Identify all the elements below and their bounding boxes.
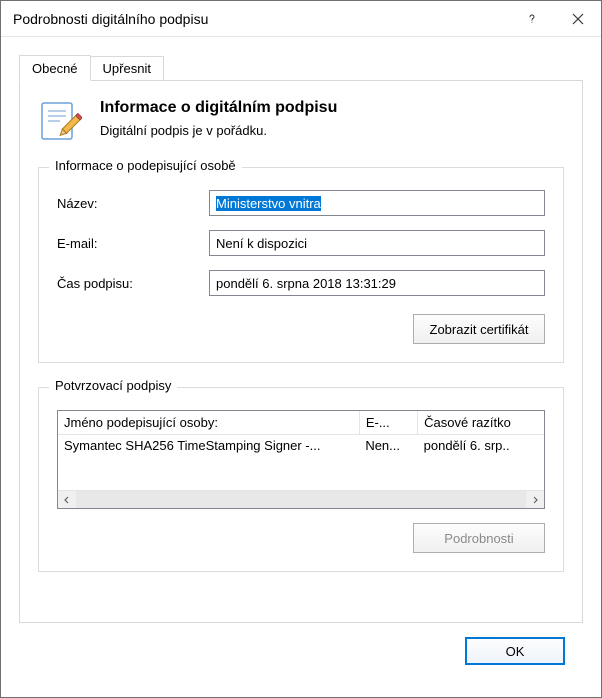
group-signer-legend: Informace o podepisující osobě <box>49 158 242 173</box>
listview-header-row: Jméno podepisující osoby: E-... Časové r… <box>58 411 544 435</box>
certificate-pencil-icon <box>38 99 82 143</box>
tabpage-general: Informace o digitálním podpisu Digitální… <box>19 81 583 623</box>
cell-timestamp: pondělí 6. srp.. <box>418 435 544 457</box>
value-sign-time: pondělí 6. srpna 2018 13:31:29 <box>209 270 545 296</box>
col-timestamp[interactable]: Časové razítko <box>418 411 544 435</box>
signature-summary-text: Informace o digitálním podpisu Digitální… <box>100 99 337 138</box>
help-icon[interactable] <box>509 1 555 36</box>
group-countersignatures: Potvrzovací podpisy Jméno podepisující o… <box>38 387 564 572</box>
signature-summary: Informace o digitálním podpisu Digitální… <box>38 99 564 143</box>
table-row[interactable]: Symantec SHA256 TimeStamping Signer -...… <box>58 435 544 457</box>
col-signer-name[interactable]: Jméno podepisující osoby: <box>58 411 359 435</box>
label-name: Název: <box>57 196 209 211</box>
tab-general[interactable]: Obecné <box>19 55 91 81</box>
details-button: Podrobnosti <box>413 523 545 553</box>
dialog-window: Podrobnosti digitálního podpisu Obecné U… <box>0 0 602 698</box>
tab-strip: Obecné Upřesnit <box>19 55 583 81</box>
cell-email: Nen... <box>359 435 417 457</box>
tab-advanced[interactable]: Upřesnit <box>90 56 164 81</box>
summary-title: Informace o digitálním podpisu <box>100 99 337 117</box>
client-area: Obecné Upřesnit <box>1 37 601 697</box>
window-controls <box>509 1 601 36</box>
horizontal-scrollbar[interactable] <box>58 490 544 508</box>
value-name: Ministerstvo vnitra <box>209 190 545 216</box>
group-signer-info: Informace o podepisující osobě Název: Mi… <box>38 167 564 363</box>
window-title: Podrobnosti digitálního podpisu <box>1 11 509 27</box>
label-sign-time: Čas podpisu: <box>57 276 209 291</box>
value-name-text[interactable]: Ministerstvo vnitra <box>216 196 321 211</box>
countersignature-listview[interactable]: Jméno podepisující osoby: E-... Časové r… <box>57 410 545 509</box>
group-countersignatures-legend: Potvrzovací podpisy <box>49 378 177 393</box>
scroll-left-icon[interactable] <box>58 491 76 508</box>
col-email[interactable]: E-... <box>359 411 417 435</box>
dialog-button-bar: OK <box>19 623 583 683</box>
value-email: Není k dispozici <box>209 230 545 256</box>
scroll-right-icon[interactable] <box>526 491 544 508</box>
ok-button[interactable]: OK <box>465 637 565 665</box>
titlebar: Podrobnosti digitálního podpisu <box>1 1 601 37</box>
cell-signer-name: Symantec SHA256 TimeStamping Signer -... <box>58 435 359 457</box>
view-certificate-button[interactable]: Zobrazit certifikát <box>413 314 545 344</box>
summary-subtitle: Digitální podpis je v pořádku. <box>100 123 337 138</box>
label-email: E-mail: <box>57 236 209 251</box>
scroll-track[interactable] <box>76 491 526 508</box>
close-icon[interactable] <box>555 1 601 36</box>
